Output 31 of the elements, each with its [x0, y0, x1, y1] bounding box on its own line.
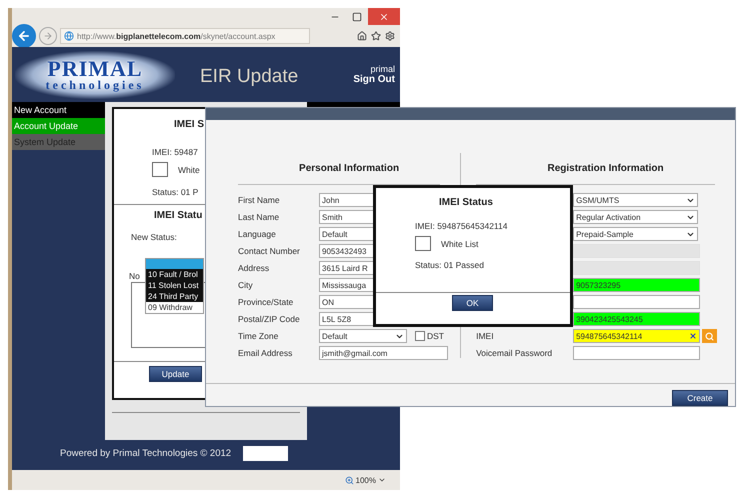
field-label: Contact Number	[238, 246, 301, 256]
field-label: Last Name	[238, 212, 280, 222]
field-label: IMEI	[476, 331, 495, 342]
field-label: Time Zone	[238, 331, 280, 342]
field-label: Voicemail Password	[476, 348, 554, 358]
checkbox-label: White	[178, 164, 200, 174]
imei-text: IMEI: 59487	[152, 147, 198, 157]
logo-wordmark: PRIMAL	[47, 58, 143, 78]
section-heading: Personal Information	[298, 162, 400, 176]
status-text: Status: 01 Passed	[415, 260, 484, 270]
field-label: First Name	[238, 195, 281, 206]
footer-text: Powered by Primal Technologies © 2012	[60, 448, 232, 459]
field-label: No	[129, 271, 140, 281]
field-label: Email Address	[238, 348, 294, 358]
page-title: EIR Update	[200, 66, 298, 88]
field-label: City	[238, 280, 254, 290]
username: primal	[370, 64, 395, 74]
status-text: Status: 01 P	[152, 187, 198, 197]
field-label: New Status:	[131, 232, 177, 242]
field-label: Address	[238, 263, 270, 274]
checkbox-label: White List	[441, 238, 478, 248]
section-heading: Registration Information	[546, 162, 665, 176]
imei-text: IMEI: 594875645342114	[415, 221, 508, 231]
dialog-title: IMEI S	[174, 119, 204, 130]
dialog-title: IMEI Status	[439, 197, 493, 208]
field-label: Language	[238, 229, 277, 240]
field-label: Province/State	[238, 297, 294, 308]
logo-tagline: technologies	[46, 78, 144, 90]
field-label: Postal/ZIP Code	[238, 314, 301, 324]
section-title: IMEI Statu	[154, 210, 202, 221]
checkbox-label: DST	[427, 331, 444, 342]
